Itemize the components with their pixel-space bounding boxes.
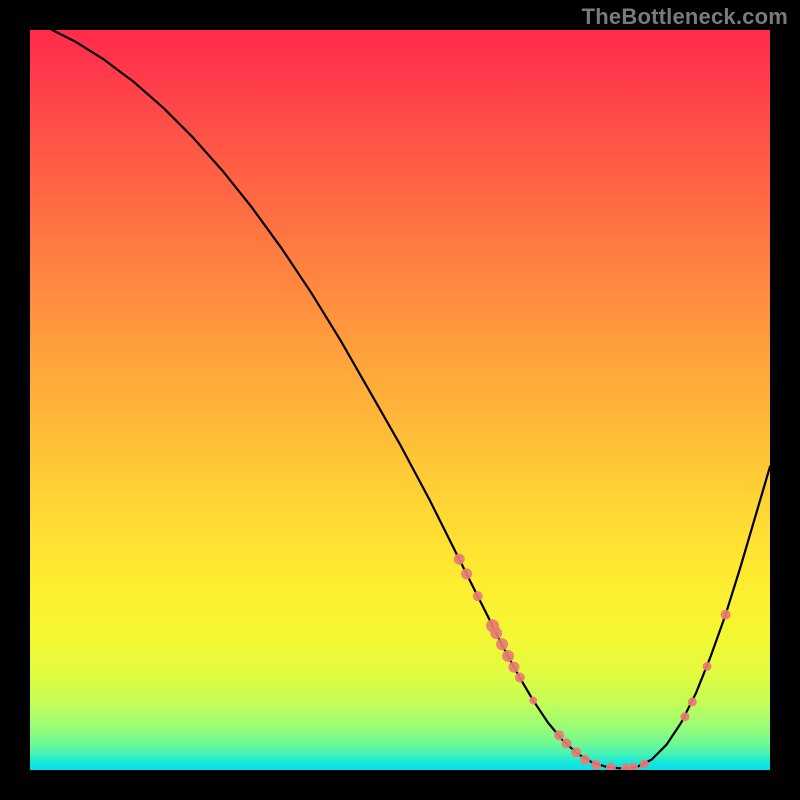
- data-marker: [628, 763, 638, 770]
- data-marker: [571, 747, 581, 757]
- data-marker: [454, 554, 465, 565]
- data-marker: [529, 696, 537, 704]
- data-marker: [640, 760, 649, 769]
- data-marker: [508, 662, 519, 673]
- plot-area: [30, 30, 770, 770]
- data-marker: [502, 650, 514, 662]
- data-marker: [688, 697, 697, 706]
- data-marker: [461, 568, 472, 579]
- bottleneck-curve: [52, 30, 770, 769]
- data-marker: [680, 712, 689, 721]
- data-marker: [591, 760, 601, 770]
- data-marker: [703, 662, 712, 671]
- watermark-text: TheBottleneck.com: [582, 4, 788, 30]
- data-marker: [606, 763, 616, 770]
- data-marker: [490, 627, 502, 639]
- data-marker: [473, 591, 483, 601]
- data-marker: [496, 638, 508, 650]
- data-marker: [515, 673, 525, 683]
- data-marker: [562, 738, 572, 748]
- chart-container: TheBottleneck.com: [0, 0, 800, 800]
- plot-overlay-svg: [30, 30, 770, 770]
- data-marker: [554, 730, 564, 740]
- data-marker: [580, 755, 590, 765]
- data-marker: [721, 610, 731, 620]
- data-markers: [454, 554, 731, 770]
